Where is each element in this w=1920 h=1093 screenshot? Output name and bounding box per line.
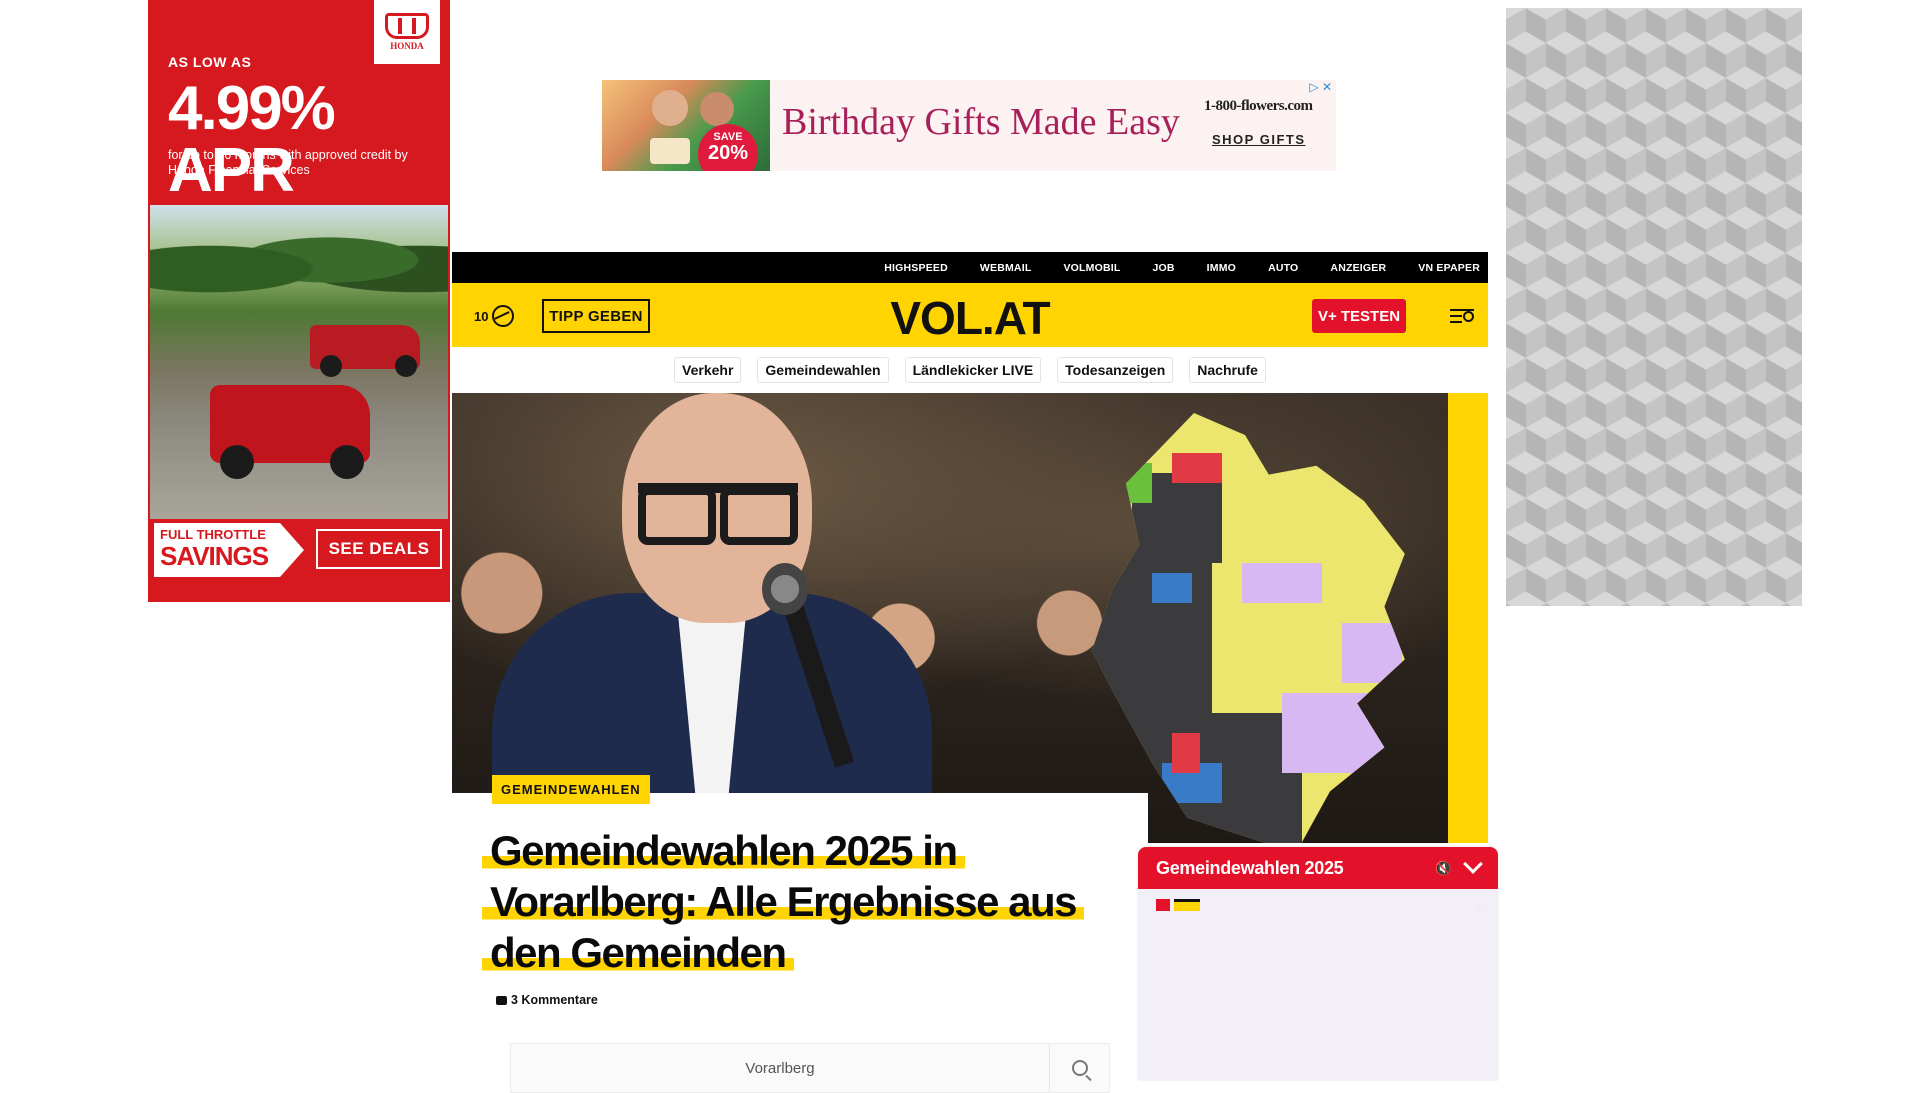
nav-immo[interactable]: IMMO — [1207, 262, 1236, 274]
nav-highspeed[interactable]: HIGHSPEED — [884, 262, 948, 274]
main-header: 10 TIPP GEBEN VOL.AT V+ TESTEN — [452, 283, 1488, 347]
mute-icon[interactable]: 🔇 — [1435, 860, 1452, 877]
tag-nachrufe[interactable]: Nachrufe — [1189, 357, 1266, 383]
service-nav: HIGHSPEED WEBMAIL VOLMOBIL JOB IMMO AUTO… — [452, 252, 1488, 283]
flowers-logo: 1-800-flowers.com — [1204, 98, 1313, 114]
honda-ad[interactable]: HONDA AS LOW AS 4.99% APR for up to 36 m… — [148, 0, 450, 602]
vol-logo — [1174, 899, 1200, 911]
tag-gemeindewahlen[interactable]: Gemeindewahlen — [757, 357, 889, 383]
ad-promo-banner: FULL THROTTLE SAVINGS SEE DEALS — [148, 519, 450, 581]
broadcaster-logo — [1156, 899, 1170, 911]
nav-volmobil[interactable]: VOLMOBIL — [1063, 262, 1120, 274]
comments-link[interactable]: 3 Kommentare — [496, 993, 598, 1007]
ad-apr-rate: 4.99% APR — [168, 74, 336, 205]
search-button[interactable] — [1049, 1044, 1109, 1092]
video-header: Gemeindewahlen 2025 🔇 — [1138, 847, 1498, 889]
pattern-ad[interactable] — [1506, 8, 1802, 606]
search-icon — [1071, 1060, 1088, 1076]
microphone-icon — [762, 563, 808, 615]
article-teaser[interactable]: GEMEINDEWAHLEN Gemeindewahlen 2025 in Vo… — [452, 775, 1148, 1093]
honda-logo: HONDA — [374, 0, 440, 64]
honda-brand-text: HONDA — [390, 41, 424, 51]
shop-gifts-link[interactable]: SHOP GIFTS — [1212, 132, 1306, 147]
category-label[interactable]: GEMEINDEWAHLEN — [492, 775, 650, 804]
hero-side-strip — [1448, 393, 1488, 843]
promo-line1: FULL THROTTLE — [160, 527, 266, 542]
video-player-widget[interactable]: Gemeindewahlen 2025 🔇 ◌ — [1138, 847, 1498, 1080]
video-watermark-icon: ◌ — [1476, 901, 1482, 911]
ad-as-low-as: AS LOW AS — [168, 54, 252, 70]
nav-job[interactable]: JOB — [1152, 262, 1174, 274]
vplus-testen-button[interactable]: V+ TESTEN — [1312, 299, 1406, 333]
save-badge: SAVE 20% — [698, 124, 758, 171]
chevron-down-icon[interactable] — [1463, 854, 1483, 874]
flowers-ad[interactable]: SAVE 20% Birthday Gifts Made Easy 1-800-… — [602, 80, 1336, 171]
ad-utv-photo — [150, 205, 448, 519]
tag-laendlekicker-live[interactable]: Ländlekicker LIVE — [904, 357, 1042, 383]
nav-auto[interactable]: AUTO — [1268, 262, 1298, 274]
adchoices-icon[interactable]: ▷ ✕ — [1309, 80, 1332, 94]
menu-search-icon[interactable] — [1450, 307, 1474, 325]
see-deals-button[interactable]: SEE DEALS — [316, 529, 442, 569]
tag-verkehr[interactable]: Verkehr — [674, 357, 742, 383]
nav-webmail[interactable]: WEBMAIL — [980, 262, 1032, 274]
location-search — [510, 1043, 1110, 1093]
topic-tags: Verkehr Gemeindewahlen Ländlekicker LIVE… — [452, 347, 1488, 393]
video-logos — [1156, 899, 1200, 911]
tag-todesanzeigen[interactable]: Todesanzeigen — [1057, 357, 1174, 383]
promo-line2: SAVINGS — [160, 541, 269, 571]
comments-count: 3 Kommentare — [511, 993, 598, 1007]
article-headline[interactable]: Gemeindewahlen 2025 in Vorarlberg: Alle … — [482, 825, 1122, 978]
ad-apr-subtext: for up to 36 months with approved credit… — [168, 148, 408, 177]
nav-anzeiger[interactable]: ANZEIGER — [1330, 262, 1386, 274]
nav-vn-epaper[interactable]: VN EPAPER — [1418, 262, 1480, 274]
location-search-input[interactable] — [511, 1044, 1049, 1092]
video-title: Gemeindewahlen 2025 — [1156, 857, 1344, 878]
comment-icon — [496, 995, 507, 1005]
ad-headline: Birthday Gifts Made Easy — [782, 101, 1180, 143]
honda-wing-icon — [385, 13, 429, 39]
